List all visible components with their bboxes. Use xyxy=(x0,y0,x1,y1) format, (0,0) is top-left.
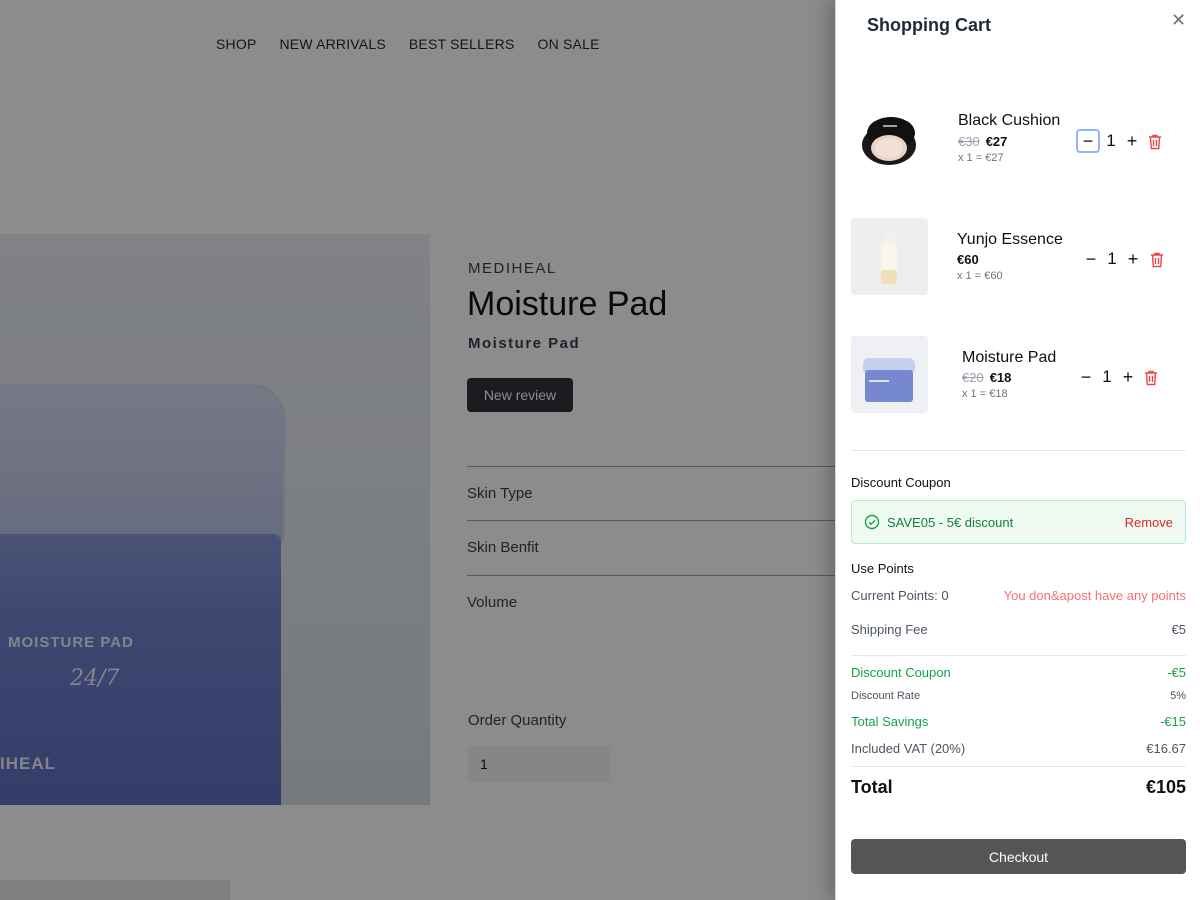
checkout-button[interactable]: Checkout xyxy=(851,839,1186,874)
points-warning: You don&apost have any points xyxy=(1003,588,1186,603)
quantity-stepper: − 1 + xyxy=(1081,248,1143,270)
total-savings-row: Total Savings -€15 xyxy=(851,714,1186,729)
discount-coupon-summary-value: -€5 xyxy=(1167,665,1186,680)
discount-rate-value: 5% xyxy=(1170,690,1186,702)
quantity-value: 1 xyxy=(1106,131,1116,150)
vat-row: Included VAT (20%) €16.67 xyxy=(851,741,1186,756)
use-points-label: Use Points xyxy=(851,561,914,576)
cart-item-calc: x 1 = €18 xyxy=(962,388,1008,400)
total-savings-value: -€15 xyxy=(1159,714,1186,729)
quantity-value: 1 xyxy=(1102,367,1112,386)
discount-rate-row: Discount Rate 5% xyxy=(851,690,1186,702)
check-circle-icon xyxy=(864,514,880,530)
decrease-button[interactable]: − xyxy=(1076,129,1100,153)
increase-button[interactable]: + xyxy=(1118,366,1138,388)
cart-item: Yunjo Essence €60 x 1 = €60 − 1 + xyxy=(836,218,1200,298)
decrease-button[interactable]: − xyxy=(1076,366,1096,388)
applied-coupon: SAVE05 - 5€ discount Remove xyxy=(851,500,1186,544)
cart-item-name: Yunjo Essence xyxy=(957,231,1063,248)
cushion-compact-icon xyxy=(851,103,928,180)
total-value: €105 xyxy=(1145,777,1186,797)
cart-item-old-price: €20 xyxy=(962,370,984,385)
shipping-fee-label: Shipping Fee xyxy=(851,622,928,637)
decrease-button[interactable]: − xyxy=(1081,248,1101,270)
cart-item-new-price: €18 xyxy=(989,370,1012,385)
cart-item-calc: x 1 = €60 xyxy=(957,270,1003,282)
discount-coupon-summary-label: Discount Coupon xyxy=(851,665,951,680)
trash-icon[interactable] xyxy=(1148,134,1162,150)
cart-title: Shopping Cart xyxy=(867,15,991,35)
trash-icon[interactable] xyxy=(1150,252,1164,268)
coupon-code-text: SAVE05 - 5€ discount xyxy=(887,515,1014,530)
discount-coupon-row: Discount Coupon -€5 xyxy=(851,665,1186,680)
discount-rate-label: Discount Rate xyxy=(851,690,921,702)
current-points: Current Points: 0 xyxy=(851,588,949,603)
vat-value: €16.67 xyxy=(1146,741,1186,756)
essence-bottle-icon xyxy=(851,218,928,295)
moisture-pad-jar-icon xyxy=(851,336,928,413)
shipping-fee-row: Shipping Fee €5 xyxy=(851,622,1186,637)
quantity-value: 1 xyxy=(1107,249,1117,268)
vat-label: Included VAT (20%) xyxy=(851,741,966,756)
cart-item: Black Cushion €30 €27 x 1 = €27 − 1 + xyxy=(836,103,1200,183)
cart-item-price: €60 xyxy=(957,252,979,267)
cart-item-name: Black Cushion xyxy=(958,112,1061,129)
divider xyxy=(851,766,1186,767)
divider xyxy=(851,655,1186,656)
quantity-stepper: − 1 + xyxy=(1076,366,1138,388)
close-icon[interactable]: ✕ xyxy=(1171,10,1186,31)
total-savings-label: Total Savings xyxy=(851,714,929,729)
remove-coupon-button[interactable]: Remove xyxy=(1125,515,1173,530)
discount-coupon-label: Discount Coupon xyxy=(851,475,951,490)
increase-button[interactable]: + xyxy=(1122,130,1142,152)
cart-item-new-price: €27 xyxy=(985,134,1008,149)
increase-button[interactable]: + xyxy=(1123,248,1143,270)
total-row: Total €105 xyxy=(851,777,1186,798)
cart-item-new-price: €60 xyxy=(957,252,979,267)
shipping-fee-value: €5 xyxy=(1171,622,1186,637)
cart-item: Moisture Pad €20 €18 x 1 = €18 − 1 + xyxy=(836,336,1200,416)
cart-item-price: €20 €18 xyxy=(962,370,1011,385)
divider xyxy=(851,450,1186,451)
cart-item-price: €30 €27 xyxy=(958,134,1007,149)
cart-item-calc: x 1 = €27 xyxy=(958,152,1004,164)
cart-drawer: Shopping Cart ✕ Black Cushion €30 €27 x 1… xyxy=(835,0,1200,900)
quantity-stepper: − 1 + xyxy=(1076,129,1142,153)
points-row: Current Points: 0 You don&apost have any… xyxy=(851,588,1186,603)
total-label: Total xyxy=(851,777,893,797)
cart-item-old-price: €30 xyxy=(958,134,980,149)
cart-item-name: Moisture Pad xyxy=(962,349,1057,366)
trash-icon[interactable] xyxy=(1144,370,1158,386)
modal-overlay[interactable] xyxy=(0,0,835,900)
